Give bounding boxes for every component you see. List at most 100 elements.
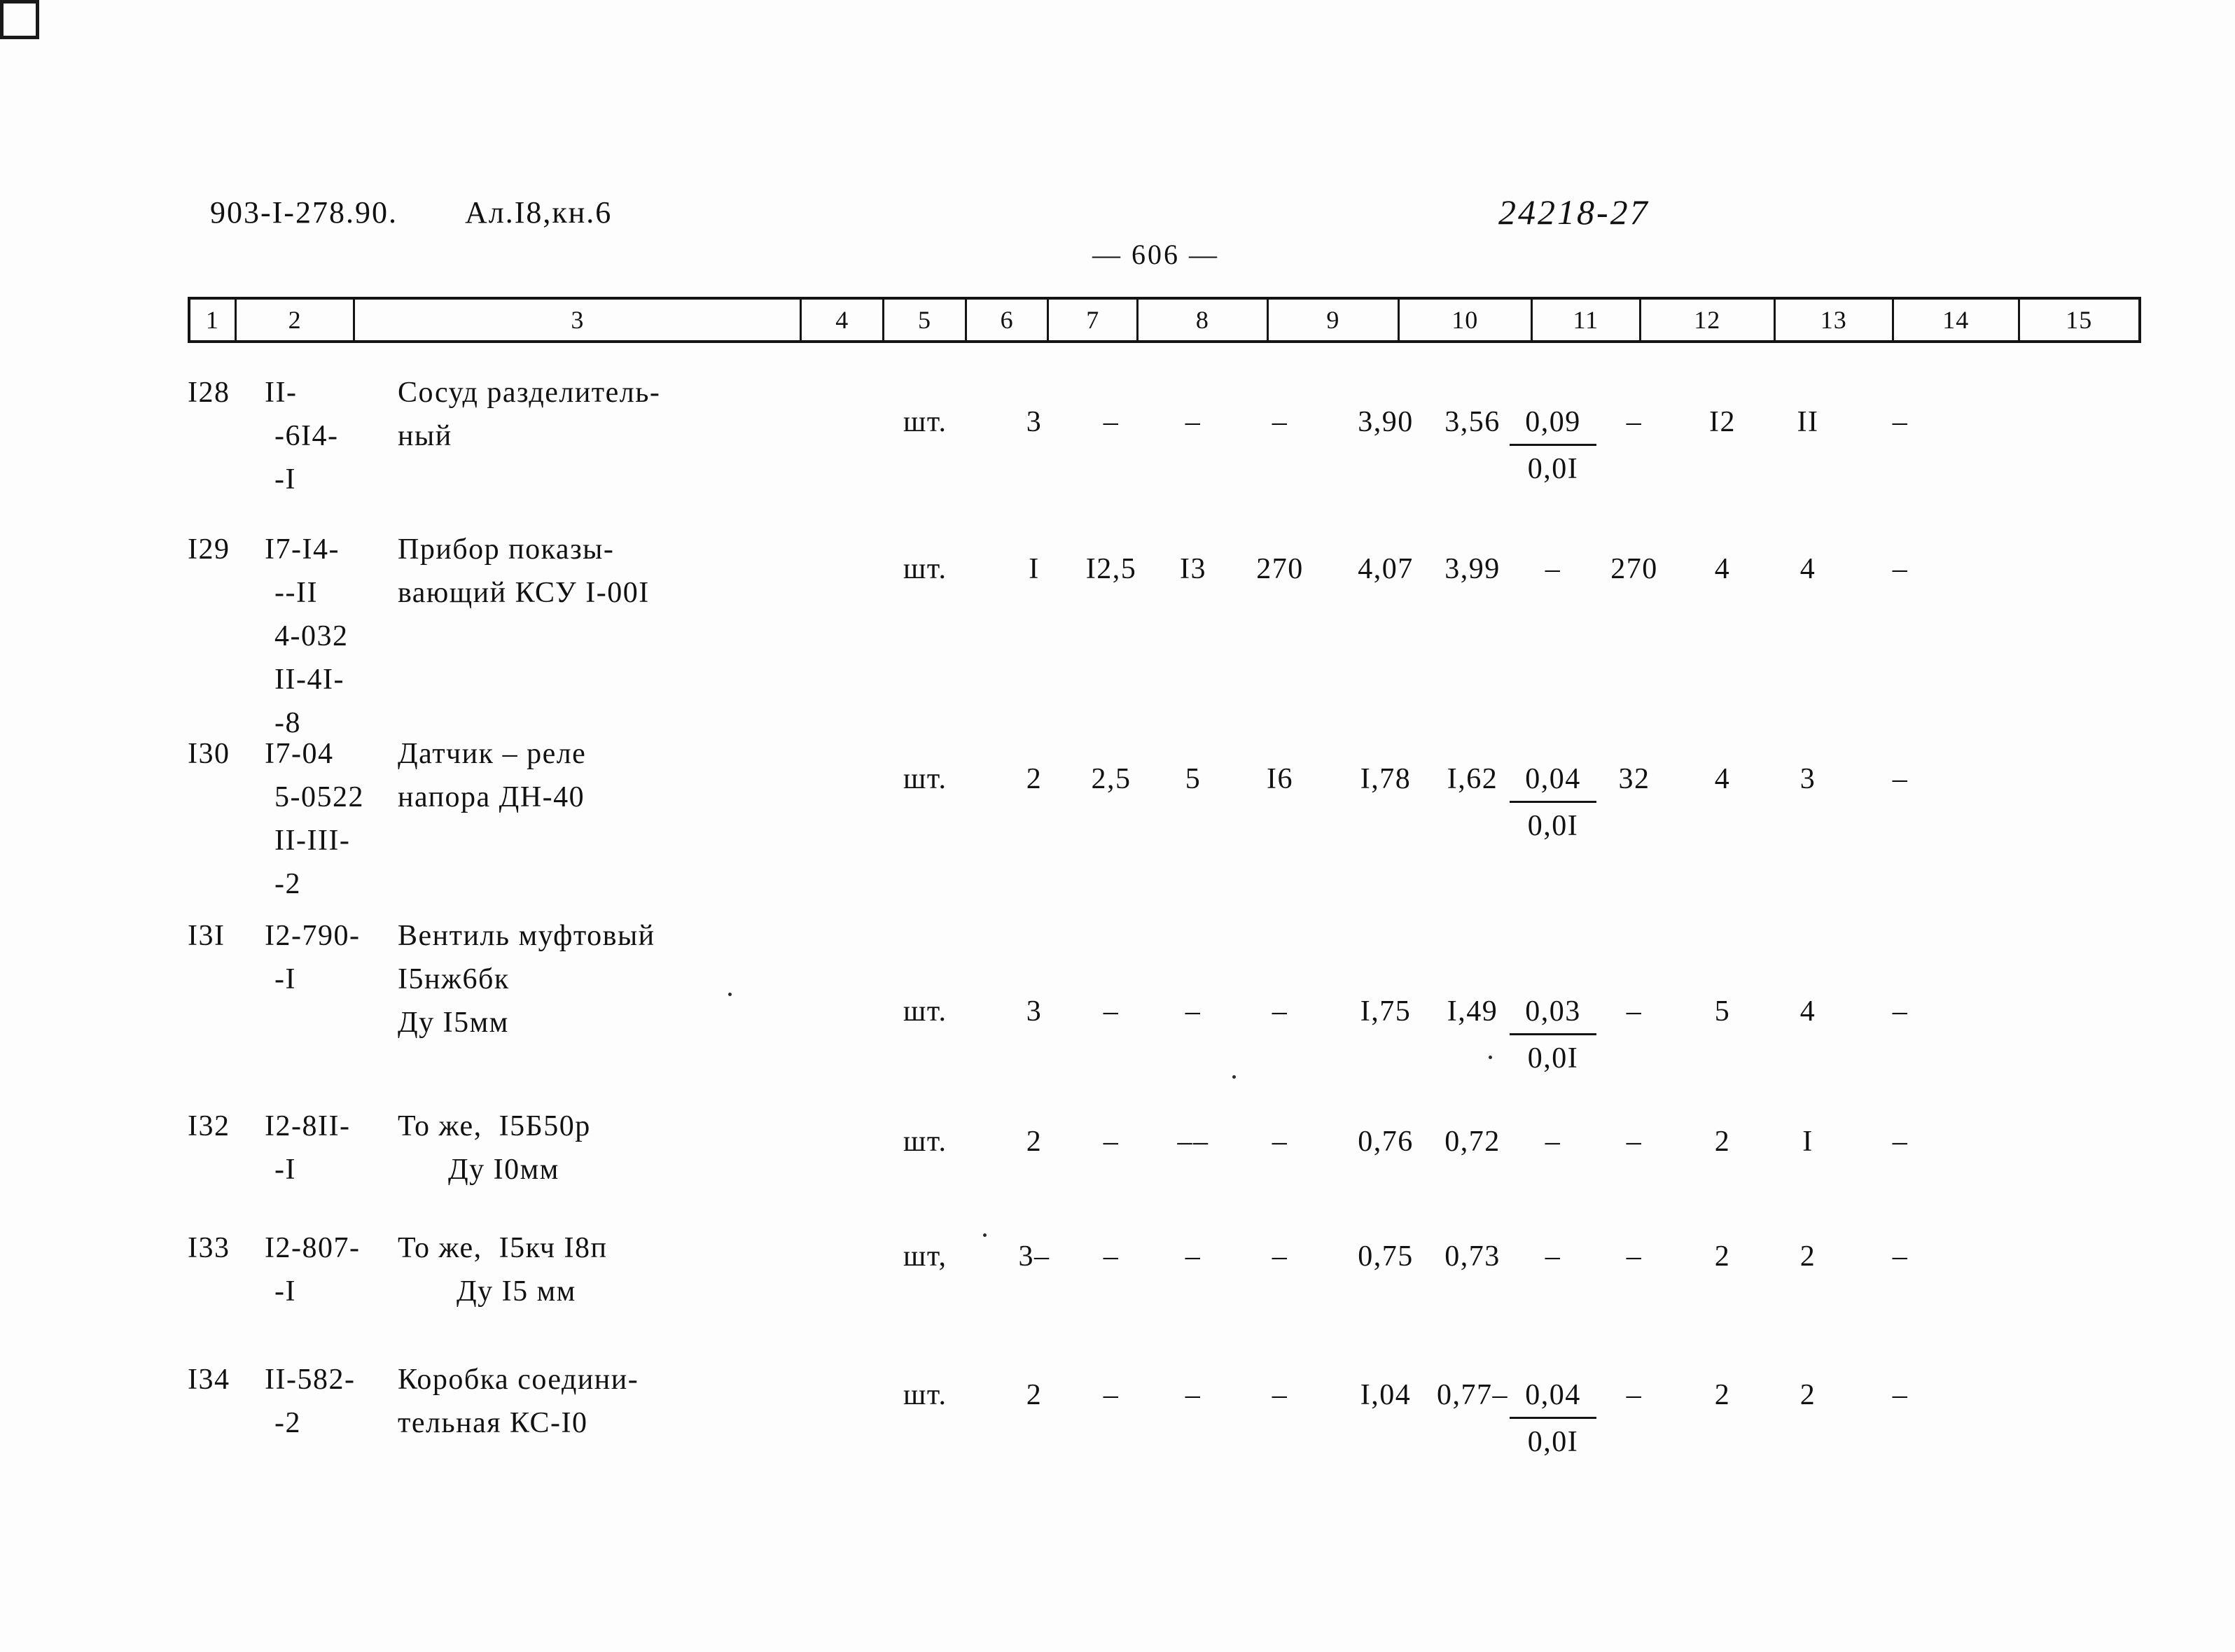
row-col7: – [1272,1379,1288,1411]
page-number: — 606 — [1092,239,1219,270]
row-col13: 3 [1799,763,1816,795]
row-code-line: -I [274,1154,296,1186]
column-header-12: 12 [1641,300,1776,340]
row-code-line: I2-8II- [265,1110,351,1142]
row-number: I30 [188,738,230,770]
row-number: I33 [188,1232,230,1264]
row-col10-fraction: 0,04 0,0I [1510,1373,1596,1464]
row-code-line: II-582- [265,1364,356,1396]
row-col6: –– [1177,1126,1209,1158]
row-col6: – [1185,406,1202,438]
table-row: I29 I7-I4- --II 4-032 II-4I- -8 Прибор показы-… [188,528,2148,739]
row-col4-qty: 3– [1018,1240,1050,1273]
row-col12: I2 [1709,406,1736,438]
row-col10-numerator: 0,04 [1510,757,1596,803]
row-col14: – [1892,406,1909,438]
row-col12: 4 [1714,553,1731,585]
row-unit: шт. [903,995,947,1028]
row-code-line: -2 [274,868,301,900]
row-number: I32 [188,1110,230,1142]
row-name-line: вающий КСУ I-00I [398,577,650,609]
row-col12: 2 [1714,1126,1731,1158]
row-col10-numerator: 0,03 [1510,990,1596,1035]
row-col14: – [1892,1379,1909,1411]
row-col7: – [1272,995,1288,1028]
column-header-2: 2 [237,300,356,340]
column-header-row: 1 2 3 4 5 6 7 8 9 10 11 12 13 14 15 [188,297,2141,343]
table-row: I30 I7-04 5-0522 II-III- -2 Датчик – реле напо… [188,732,2148,914]
row-col8: I,04 [1360,1379,1412,1411]
row-col13: 4 [1799,553,1816,585]
row-col6: – [1185,1379,1202,1411]
row-col11: – [1626,1240,1643,1273]
document-code: 903-I-278.90. [210,195,398,230]
row-unit: шт. [903,1379,947,1411]
row-col6: 5 [1185,763,1202,795]
row-col12: 4 [1714,763,1731,795]
column-header-14: 14 [1894,300,2020,340]
row-col4-qty: 2 [1026,1379,1043,1411]
row-code-line: -I [274,1275,296,1308]
row-unit: шт. [903,406,947,438]
row-col10-numerator: 0,04 [1510,1373,1596,1419]
row-name-line: Прибор показы- [398,533,615,566]
row-col10-fraction: 0,03 0,0I [1510,990,1596,1080]
row-name-line: Ду I5мм [398,1007,509,1039]
row-col8: 3,90 [1358,406,1414,438]
column-header-5: 5 [884,300,967,340]
scan-speck [1232,1075,1236,1079]
row-col12: 2 [1714,1240,1731,1273]
row-col5: – [1103,995,1120,1028]
row-col9: 0,73 [1444,1240,1501,1273]
row-code-line: II- [265,377,298,409]
row-name-line: напора ДН-40 [398,781,585,813]
row-number: I28 [188,377,230,409]
row-col14: – [1892,995,1909,1028]
row-col13: I [1802,1126,1813,1158]
row-code-line: --II [274,577,318,609]
album-reference: Ал.I8,кн.6 [464,195,613,230]
row-col7: – [1272,406,1288,438]
row-col10: – [1545,553,1561,585]
row-col6: – [1185,995,1202,1028]
row-name-line: То же, I5Б50р [398,1110,591,1142]
row-name-line: ный [398,420,452,452]
row-code-line: I2-790- [265,920,361,952]
row-col9: 0,72 [1444,1126,1501,1158]
row-number: I29 [188,533,230,566]
row-code-line: I2-807- [265,1232,361,1264]
column-header-4: 4 [802,300,885,340]
scan-speck [728,993,732,996]
row-name-line: Сосуд разделитель- [398,377,661,409]
column-header-13: 13 [1776,300,1895,340]
column-header-10: 10 [1400,300,1533,340]
row-col11: – [1626,1379,1643,1411]
row-number: I34 [188,1364,230,1396]
row-col10-denominator: 0,0I [1527,1042,1579,1074]
row-col10-denominator: 0,0I [1527,810,1579,842]
row-col13: 4 [1799,995,1816,1028]
row-code-line: I7-I4- [265,533,340,566]
row-col10-denominator: 0,0I [1527,453,1579,485]
row-name-line: То же, I5кч I8п [398,1232,608,1264]
row-code-line: -I [274,463,296,496]
table-row: I34 II-582- -2 Коробка соедини-тельная КС-I… [188,1358,2148,1540]
row-unit: шт. [903,763,947,795]
row-col4-qty: 2 [1026,1126,1043,1158]
row-col10: – [1545,1126,1561,1158]
table-row: I3I I2-790- -I Вентиль муфтовый I5нж6бк Ду I5… [188,914,2148,1096]
row-col10-numerator: 0,09 [1510,400,1596,446]
column-header-15: 15 [2066,306,2093,334]
row-code-line: -I [274,963,296,995]
row-col5: – [1103,1240,1120,1273]
row-name-line: тельная КС-I0 [398,1407,588,1439]
row-col12: 5 [1714,995,1731,1028]
row-name-line: Датчик – реле [398,738,587,770]
row-code-line: -6I4- [274,420,339,452]
row-col7: – [1272,1240,1288,1273]
row-col7: – [1272,1126,1288,1158]
row-col4-qty: I [1029,553,1040,585]
row-col11: 270 [1610,553,1658,585]
scan-speck [1489,1056,1492,1059]
row-col5: – [1103,1379,1120,1411]
